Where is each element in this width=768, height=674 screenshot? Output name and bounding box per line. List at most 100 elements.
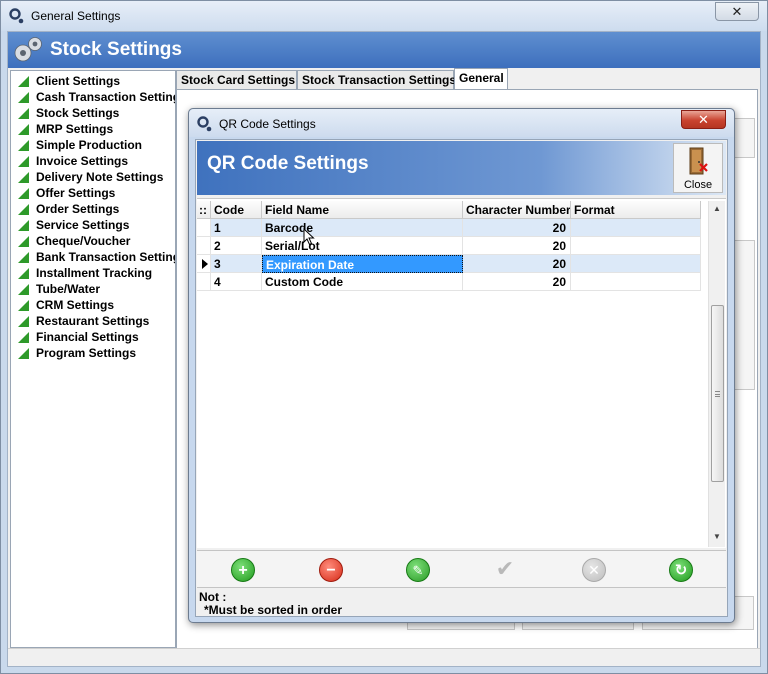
app-logo-icon: [197, 116, 212, 132]
qr-code-settings-dialog: QR Code Settings ✕ QR Code Settings Clos…: [188, 108, 735, 623]
green-triangle-icon: [18, 108, 29, 119]
cell-format[interactable]: [571, 219, 701, 237]
column-header-code[interactable]: Code: [211, 201, 262, 219]
green-triangle-icon: [18, 188, 29, 199]
green-triangle-icon: [18, 348, 29, 359]
nav-item-crm-settings[interactable]: CRM Settings: [11, 297, 175, 313]
nav-item-offer-settings[interactable]: Offer Settings: [11, 185, 175, 201]
green-triangle-icon: [18, 124, 29, 135]
nav-item-label: Simple Production: [36, 138, 143, 152]
nav-item-restaurant-settings[interactable]: Restaurant Settings: [11, 313, 175, 329]
edit-icon[interactable]: ✎: [406, 558, 430, 582]
gears-icon: [14, 37, 42, 62]
green-triangle-icon: [18, 268, 29, 279]
green-triangle-icon: [18, 332, 29, 343]
cell-field[interactable]: Expiration Date: [262, 255, 463, 273]
nav-item-mrp-settings[interactable]: MRP Settings: [11, 121, 175, 137]
nav-item-invoice-settings[interactable]: Invoice Settings: [11, 153, 175, 169]
nav-item-bank-transaction-settings[interactable]: Bank Transaction Settings: [11, 249, 176, 265]
dialog-title: QR Code Settings: [219, 117, 316, 131]
cell-code[interactable]: 2: [211, 237, 262, 255]
nav-item-program-settings[interactable]: Program Settings: [11, 345, 175, 361]
nav-item-installment-tracking[interactable]: Installment Tracking: [11, 265, 175, 281]
row-indicator[interactable]: [197, 237, 211, 255]
nav-item-label: Restaurant Settings: [36, 314, 150, 328]
refresh-icon[interactable]: ↻: [669, 558, 693, 582]
scroll-up-icon[interactable]: ▲: [711, 203, 723, 215]
cell-chars[interactable]: 20: [463, 219, 571, 237]
cell-chars[interactable]: 20: [463, 273, 571, 291]
nav-item-label: MRP Settings: [36, 122, 114, 136]
nav-item-label: Bank Transaction Settings: [36, 250, 176, 264]
table-row[interactable]: 4 Custom Code 20: [197, 273, 701, 291]
cell-field[interactable]: Custom Code: [262, 273, 463, 291]
nav-item-service-settings[interactable]: Service Settings: [11, 217, 175, 233]
green-triangle-icon: [18, 204, 29, 215]
nav-item-order-settings[interactable]: Order Settings: [11, 201, 175, 217]
row-indicator[interactable]: [197, 219, 211, 237]
grid-row-header-corner: ::: [197, 201, 211, 219]
note-area: Not : *Must be sorted in order: [197, 590, 726, 617]
green-triangle-icon: [18, 220, 29, 231]
dialog-titlebar[interactable]: QR Code Settings ✕: [189, 109, 734, 137]
tab-general[interactable]: General: [454, 68, 508, 90]
row-indicator[interactable]: [197, 273, 211, 291]
cell-format[interactable]: [571, 237, 701, 255]
green-triangle-icon: [18, 236, 29, 247]
table-row[interactable]: 1 Barcode 20: [197, 219, 701, 237]
note-text: *Must be sorted in order: [204, 603, 343, 617]
window-close-button[interactable]: ✕: [715, 2, 759, 21]
confirm-icon[interactable]: ✔: [493, 558, 517, 582]
row-indicator[interactable]: [197, 255, 211, 273]
scrollbar-thumb[interactable]: [711, 305, 724, 482]
nav-item-delivery-note-settings[interactable]: Delivery Note Settings: [11, 169, 175, 185]
nav-item-label: CRM Settings: [36, 298, 114, 312]
cell-chars[interactable]: 20: [463, 255, 571, 273]
window-titlebar[interactable]: General Settings ✕: [1, 1, 767, 31]
delete-icon[interactable]: −: [319, 558, 343, 582]
dialog-close-button[interactable]: ✕: [681, 110, 726, 129]
scroll-down-icon[interactable]: ▼: [711, 531, 723, 543]
nav-item-label: Order Settings: [36, 202, 120, 216]
dialog-header: QR Code Settings Close: [197, 141, 726, 195]
nav-item-label: Cheque/Voucher: [36, 234, 131, 248]
settings-nav: Client Settings Cash Transaction Settings…: [10, 70, 176, 648]
cell-format[interactable]: [571, 273, 701, 291]
close-button-label: Close: [683, 179, 713, 191]
nav-item-financial-settings[interactable]: Financial Settings: [11, 329, 175, 345]
cell-field[interactable]: Barcode: [262, 219, 463, 237]
nav-item-stock-settings[interactable]: Stock Settings: [11, 105, 175, 121]
nav-item-label: Delivery Note Settings: [36, 170, 164, 184]
nav-item-label: Client Settings: [36, 74, 121, 88]
cancel-icon[interactable]: ✕: [582, 558, 606, 582]
nav-item-simple-production[interactable]: Simple Production: [11, 137, 175, 153]
column-header-format[interactable]: Format: [571, 201, 701, 219]
nav-item-label: Cash Transaction Settings: [36, 90, 176, 104]
table-row[interactable]: 2 Serial/Lot 20: [197, 237, 701, 255]
cell-format[interactable]: [571, 255, 701, 273]
nav-item-client-settings[interactable]: Client Settings: [11, 73, 175, 89]
grid-vertical-scrollbar[interactable]: ▲ ▼: [708, 201, 725, 547]
cell-code[interactable]: 1: [211, 219, 262, 237]
nav-item-cash-transaction-settings[interactable]: Cash Transaction Settings: [11, 89, 176, 105]
tab-stock-card-settings[interactable]: Stock Card Settings: [176, 70, 297, 90]
nav-item-label: Offer Settings: [36, 186, 116, 200]
tab-stock-transaction-settings[interactable]: Stock Transaction Settings: [297, 70, 456, 90]
close-button[interactable]: Close: [673, 143, 723, 193]
cell-code[interactable]: 3: [211, 255, 262, 273]
table-row[interactable]: 3 Expiration Date 20: [197, 255, 701, 273]
nav-item-label: Installment Tracking: [36, 266, 153, 280]
add-icon[interactable]: +: [231, 558, 255, 582]
green-triangle-icon: [18, 92, 29, 103]
window-title: General Settings: [31, 9, 121, 23]
nav-item-label: Tube/Water: [36, 282, 101, 296]
nav-item-tube-water[interactable]: Tube/Water: [11, 281, 175, 297]
nav-item-cheque-voucher[interactable]: Cheque/Voucher: [11, 233, 175, 249]
column-header-field-name[interactable]: Field Name: [262, 201, 463, 219]
cell-chars[interactable]: 20: [463, 237, 571, 255]
column-header-character-number[interactable]: Character Number: [463, 201, 571, 219]
cell-field[interactable]: Serial/Lot: [262, 237, 463, 255]
current-row-arrow-icon: [202, 259, 208, 269]
note-label: Not :: [199, 590, 227, 604]
cell-code[interactable]: 4: [211, 273, 262, 291]
